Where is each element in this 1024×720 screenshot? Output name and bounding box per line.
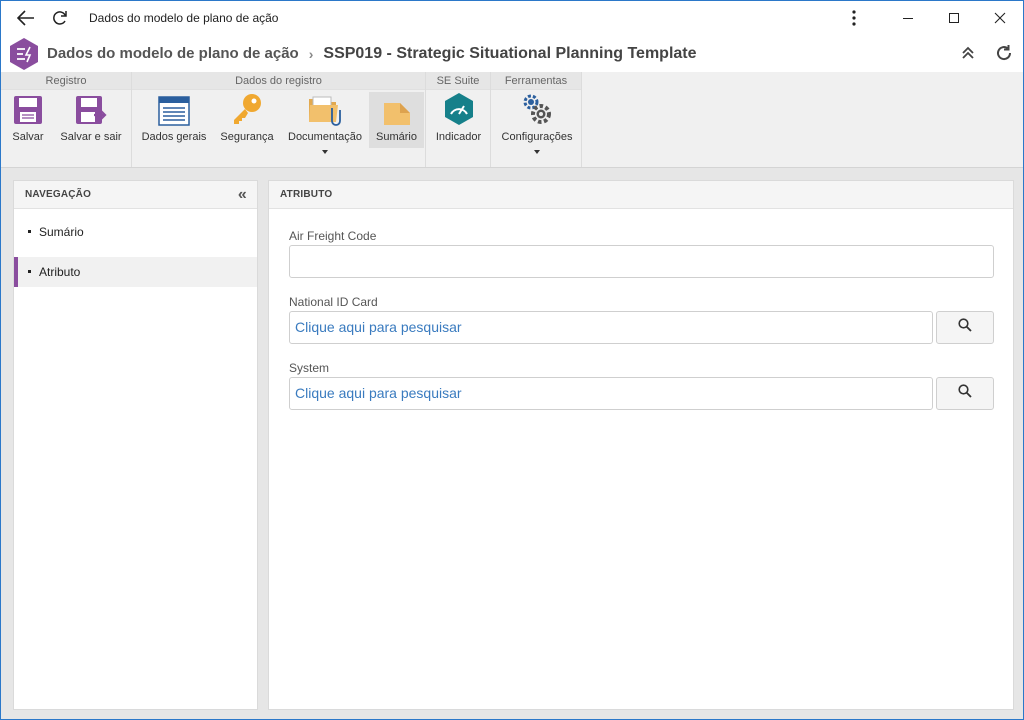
refresh-icon[interactable] [43, 1, 77, 35]
save-icon [12, 92, 44, 126]
button-label: Dados gerais [141, 131, 207, 143]
button-label: Configurações [501, 131, 573, 143]
documentation-button[interactable]: Documentação [284, 92, 366, 154]
ribbon-group-ferramentas: Ferramentas Configurações [491, 72, 582, 167]
security-button[interactable]: Segurança [216, 92, 278, 148]
system-search-button[interactable] [936, 377, 994, 410]
save-exit-icon [74, 92, 108, 126]
dropdown-caret-icon [322, 150, 328, 154]
national-id-card-search-button[interactable] [936, 311, 994, 344]
save-button[interactable]: Salvar [5, 92, 51, 148]
ribbon-group-registro: Registro Salvar Salvar e sair [1, 72, 132, 167]
collapse-panel-icon[interactable]: « [238, 181, 247, 209]
app-logo-icon [8, 37, 40, 71]
summary-button[interactable]: Sumário [369, 92, 424, 148]
breadcrumb-separator: › [308, 45, 314, 62]
button-label: Sumário [376, 131, 417, 143]
bullet-icon [28, 270, 31, 273]
indicator-gauge-icon [443, 92, 475, 126]
group-title: Dados do registro [132, 72, 425, 90]
navigation-title: NAVEGAÇÃO [25, 189, 92, 200]
close-icon[interactable] [977, 1, 1023, 35]
breadcrumb[interactable]: Dados do modelo de plano de ação [47, 45, 299, 62]
general-data-icon [158, 92, 190, 126]
navigation-header: NAVEGAÇÃO « [14, 181, 257, 209]
gears-icon [520, 92, 554, 126]
page-title: SSP019 - Strategic Situational Planning … [323, 44, 697, 62]
attribute-header: ATRIBUTO [269, 181, 1013, 209]
nav-item-sumario[interactable]: Sumário [14, 217, 257, 247]
air-freight-code-field: Air Freight Code [289, 229, 995, 278]
button-label: Salvar e sair [60, 131, 122, 143]
nav-item-label: Atributo [39, 265, 81, 279]
attribute-panel: ATRIBUTO Air Freight Code National ID Ca… [268, 180, 1014, 710]
indicator-button[interactable]: Indicador [431, 92, 486, 148]
title-bar: Dados do modelo de plano de ação [1, 1, 1023, 35]
dropdown-caret-icon [534, 150, 540, 154]
ribbon-group-dados-do-registro: Dados do registro Dados gerais Segurança… [132, 72, 426, 167]
reload-icon[interactable] [993, 41, 1015, 65]
group-title: SE Suite [426, 72, 490, 90]
app-window: Dados do modelo de plano de ação Dados d… [0, 0, 1024, 720]
key-icon [230, 92, 264, 126]
window-title: Dados do modelo de plano de ação [89, 11, 279, 25]
ribbon-toolbar: Registro Salvar Salvar e sair Dados do r… [1, 72, 1023, 168]
page-header: Dados do modelo de plano de ação › SSP01… [1, 35, 1023, 72]
maximize-icon[interactable] [931, 1, 977, 35]
field-label: National ID Card [289, 295, 378, 309]
nav-item-atributo[interactable]: Atributo [14, 257, 257, 287]
button-label: Segurança [220, 131, 274, 143]
general-data-button[interactable]: Dados gerais [138, 92, 210, 148]
search-icon [958, 318, 972, 337]
air-freight-code-input[interactable] [289, 245, 994, 278]
system-input[interactable]: Clique aqui para pesquisar [289, 377, 933, 410]
group-title: Registro [1, 72, 131, 90]
collapse-up-icon[interactable] [957, 41, 979, 65]
search-icon [958, 384, 972, 403]
navigation-panel: NAVEGAÇÃO « Sumário Atributo [13, 180, 258, 710]
documentation-icon [308, 92, 342, 126]
group-title: Ferramentas [491, 72, 581, 90]
bullet-icon [28, 230, 31, 233]
field-label: System [289, 361, 330, 375]
button-label: Indicador [435, 131, 482, 143]
arrow-left-icon[interactable] [9, 1, 43, 35]
more-vertical-icon[interactable] [837, 1, 871, 35]
field-label: Air Freight Code [289, 229, 377, 243]
national-id-card-field: National ID Card Clique aqui para pesqui… [289, 295, 995, 344]
button-label: Documentação [288, 131, 362, 143]
attribute-title: ATRIBUTO [280, 189, 333, 200]
ribbon-group-se-suite: SE Suite Indicador [426, 72, 491, 167]
nav-item-label: Sumário [39, 225, 84, 239]
save-and-exit-button[interactable]: Salvar e sair [56, 92, 126, 148]
system-field: System Clique aqui para pesquisar [289, 361, 995, 410]
minimize-icon[interactable] [885, 1, 931, 35]
summary-folder-icon [383, 92, 411, 126]
national-id-card-input[interactable]: Clique aqui para pesquisar [289, 311, 933, 344]
settings-button[interactable]: Configurações [497, 92, 577, 154]
button-label: Salvar [12, 131, 44, 143]
